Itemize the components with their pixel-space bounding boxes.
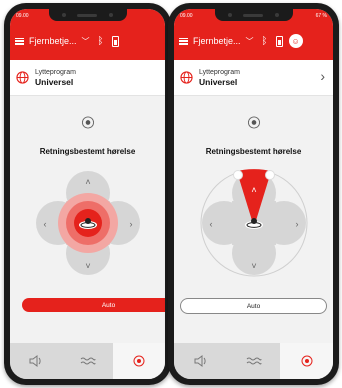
speaker-icon	[29, 355, 41, 367]
arrow-left-icon: ‹	[209, 219, 212, 229]
arrow-up-icon: ˄	[251, 185, 256, 195]
arrow-right-icon: ›	[295, 219, 298, 229]
program-row[interactable]: Lytteprogram Universel ›	[174, 60, 333, 96]
app-title[interactable]: Fjernbetje...	[193, 36, 241, 46]
direction-title: Retningsbestemt hørelse	[205, 147, 302, 156]
arrow-down-icon: ˅	[251, 261, 256, 271]
app-title[interactable]: Fjernbetje...	[29, 36, 77, 46]
direction-pad[interactable]: ˄ ˅ ‹ ›	[34, 169, 142, 277]
auto-button[interactable]: Auto	[22, 298, 165, 312]
battery-icon	[111, 35, 119, 47]
beam-handle-right	[264, 170, 275, 180]
battery-icon	[275, 35, 283, 47]
globe-icon	[180, 71, 193, 84]
tab-sound[interactable]	[10, 343, 62, 379]
status-time: 09.00	[16, 12, 29, 19]
program-row[interactable]: Lytteprogram Universel	[10, 60, 165, 96]
tab-sound[interactable]	[174, 343, 227, 379]
speaker-icon	[194, 355, 206, 367]
target-icon	[247, 116, 260, 129]
app-header: Fjernbetje... ﹀ ᛒ	[10, 22, 165, 60]
menu-icon[interactable]	[179, 37, 188, 45]
status-time: 09.00	[180, 12, 193, 19]
target-icon	[133, 355, 145, 367]
bluetooth-icon[interactable]: ᛒ	[98, 36, 104, 47]
tab-target[interactable]	[113, 343, 165, 379]
screen-back: 09.00 Fjernbetje... ﹀ ᛒ Lytteprogram Uni…	[10, 9, 165, 379]
menu-icon[interactable]	[15, 37, 24, 45]
arrow-right-icon: ›	[129, 219, 132, 229]
direction-title: Retningsbestemt hørelse	[39, 147, 136, 156]
phone-notch	[48, 9, 127, 21]
avatar-icon[interactable]: ☺	[288, 34, 303, 48]
tab-target[interactable]	[280, 343, 333, 379]
chevron-right-icon[interactable]: ›	[320, 68, 325, 84]
bluetooth-icon[interactable]: ᛒ	[262, 36, 268, 47]
phone-back: 09.00 Fjernbetje... ﹀ ᛒ Lytteprogram Uni…	[4, 3, 171, 385]
program-label: Lytteprogram	[35, 68, 76, 76]
tab-waves[interactable]	[227, 343, 280, 379]
program-value: Universel	[35, 76, 74, 87]
app-header: Fjernbetje... ﹀ ᛒ ☺	[174, 22, 333, 60]
waves-icon	[246, 357, 261, 365]
tab-waves[interactable]	[62, 343, 114, 379]
tab-bar	[10, 343, 165, 379]
target-icon	[81, 116, 94, 129]
arrow-left-icon: ‹	[43, 219, 46, 229]
program-value: Universel	[199, 76, 238, 87]
arrow-down-icon: ˅	[85, 261, 90, 271]
tab-bar	[174, 343, 333, 379]
status-battery: 67 %	[315, 12, 327, 19]
waves-icon	[80, 357, 95, 365]
auto-button[interactable]: Auto	[180, 298, 327, 314]
screen-front: 09.00 67 % Fjernbetje... ﹀ ᛒ ☺ Lytteprog…	[174, 9, 333, 379]
chevron-down-icon[interactable]: ﹀	[82, 36, 90, 47]
direction-pad[interactable]: ˅ ‹ › ˄	[200, 169, 308, 277]
phone-notch	[214, 9, 293, 21]
globe-icon	[16, 71, 29, 84]
chevron-down-icon[interactable]: ﹀	[246, 36, 254, 47]
arrow-up-icon: ˄	[85, 177, 90, 187]
beam-handle-left	[232, 170, 243, 180]
phone-front: 09.00 67 % Fjernbetje... ﹀ ᛒ ☺ Lytteprog…	[168, 3, 339, 385]
target-icon	[301, 355, 312, 367]
program-label: Lytteprogram	[199, 68, 240, 76]
